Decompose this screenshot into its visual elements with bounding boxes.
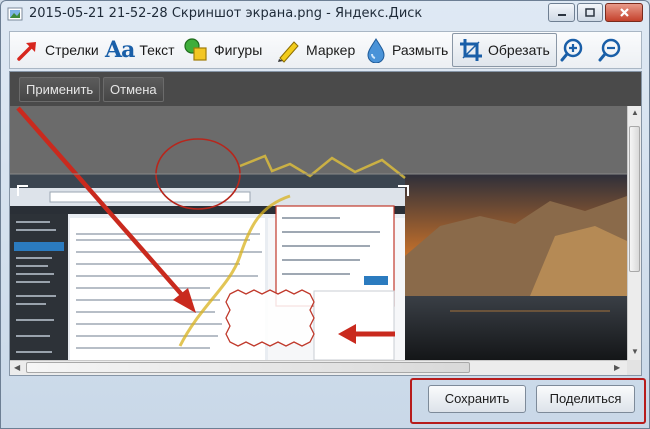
horizontal-scroll-thumb[interactable] bbox=[26, 362, 470, 373]
image-file-icon bbox=[7, 7, 23, 21]
close-icon bbox=[619, 8, 629, 17]
zoom-out-icon bbox=[598, 38, 621, 62]
scroll-up-icon[interactable]: ▲ bbox=[631, 109, 639, 117]
tool-crop[interactable]: Обрезать bbox=[452, 33, 557, 67]
blur-drop-icon bbox=[367, 38, 385, 63]
zoom-out-button[interactable] bbox=[598, 33, 622, 67]
save-button[interactable]: Сохранить bbox=[428, 385, 526, 413]
shapes-icon bbox=[184, 38, 207, 61]
marker-icon bbox=[278, 41, 299, 63]
scroll-left-icon[interactable]: ◀ bbox=[14, 364, 20, 372]
title-bar: 2015-05-21 21-52-28 Скриншот экрана.png … bbox=[1, 1, 649, 29]
tool-blur[interactable]: Размыть bbox=[365, 33, 448, 67]
scroll-down-icon[interactable]: ▼ bbox=[631, 348, 639, 356]
crop-action-bar: Применить Отмена bbox=[10, 72, 641, 106]
image-editor: Применить Отмена ▲ ▼ ◀ ▶ bbox=[9, 71, 642, 376]
arrow-icon bbox=[17, 42, 36, 61]
tool-text[interactable]: Aa Текст bbox=[105, 33, 175, 67]
vertical-scroll-thumb[interactable] bbox=[629, 126, 640, 272]
tool-arrow[interactable]: Стрелки bbox=[16, 33, 99, 67]
screenshot-preview bbox=[10, 106, 627, 360]
image-canvas[interactable] bbox=[10, 106, 627, 360]
close-button[interactable] bbox=[605, 3, 643, 22]
zoom-in-button[interactable] bbox=[560, 33, 584, 67]
scroll-corner bbox=[627, 360, 641, 375]
vertical-scrollbar[interactable]: ▲ ▼ bbox=[627, 106, 641, 360]
maximize-icon bbox=[585, 8, 595, 17]
tool-shapes[interactable]: Фигуры bbox=[183, 33, 262, 67]
maximize-button[interactable] bbox=[577, 3, 603, 22]
crop-icon bbox=[460, 39, 482, 61]
tool-marker-label: Маркер bbox=[306, 42, 356, 58]
share-button[interactable]: Поделиться bbox=[536, 385, 635, 413]
tool-blur-label: Размыть bbox=[392, 42, 449, 58]
zoom-in-icon bbox=[560, 38, 583, 62]
tool-crop-label: Обрезать bbox=[488, 42, 550, 58]
apply-button[interactable]: Применить bbox=[19, 77, 101, 102]
tool-shapes-label: Фигуры bbox=[214, 42, 263, 58]
horizontal-scrollbar[interactable]: ◀ ▶ bbox=[10, 360, 627, 375]
cancel-button[interactable]: Отмена bbox=[103, 77, 164, 102]
editor-window: 2015-05-21 21-52-28 Скриншот экрана.png … bbox=[0, 0, 650, 429]
scroll-right-icon[interactable]: ▶ bbox=[614, 364, 620, 372]
minimize-icon bbox=[557, 13, 566, 16]
tools-toolbar: Стрелки Aa Текст Фигуры Маркер Размыть О… bbox=[9, 31, 642, 69]
tool-text-label: Текст bbox=[139, 42, 175, 58]
text-icon: Aa bbox=[105, 37, 135, 63]
minimize-button[interactable] bbox=[548, 3, 575, 22]
tool-arrow-label: Стрелки bbox=[45, 42, 99, 58]
tool-marker[interactable]: Маркер bbox=[275, 33, 355, 67]
window-title: 2015-05-21 21-52-28 Скриншот экрана.png … bbox=[29, 6, 423, 21]
